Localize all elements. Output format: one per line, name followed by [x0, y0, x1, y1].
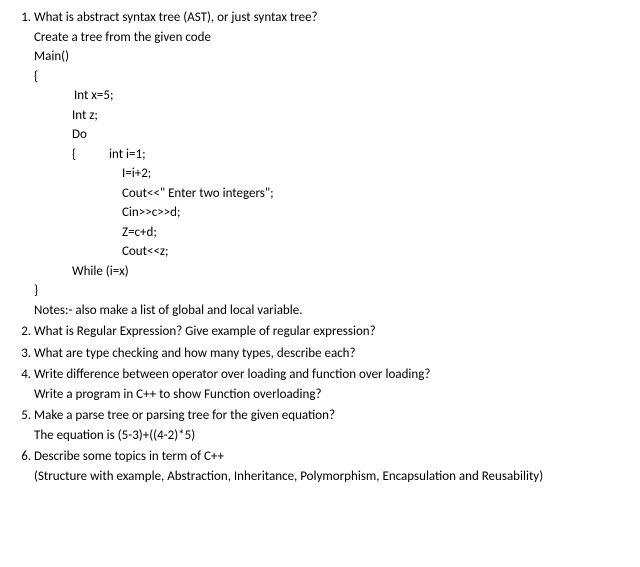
- question-3: What are type checking and how many type…: [34, 344, 628, 364]
- code-line: Do: [34, 125, 628, 145]
- code-line: While (i=x): [34, 262, 628, 282]
- q3-text: What are type checking and how many type…: [34, 346, 356, 361]
- question-4: Write difference between operator over l…: [34, 365, 628, 404]
- code-inline: int i=1;: [79, 147, 146, 162]
- code-line: {: [34, 67, 628, 87]
- q1-text: What is abstract syntax tree (AST), or j…: [34, 10, 318, 25]
- code-line: Cout<<" Enter two integers";: [34, 184, 628, 204]
- q6-sub1: (Structure with example, Abstraction, In…: [34, 467, 628, 487]
- q1-sub1: Create a tree from the given code: [34, 28, 628, 48]
- code-line: Main(): [34, 47, 628, 67]
- code-line: Cout<<z;: [34, 242, 628, 262]
- code-line: I=i+2;: [34, 164, 628, 184]
- q5-sub1: The equation is (5-3)+((4-2)*5): [34, 426, 628, 446]
- question-6: Describe some topics in term of C++ (Str…: [34, 447, 628, 486]
- q6-text: Describe some topics in term of C++: [34, 449, 224, 464]
- q2-text: What is Regular Expression? Give example…: [34, 324, 376, 339]
- brace-open: {: [72, 147, 76, 162]
- q4-sub1: Write a program in C++ to show Function …: [34, 385, 628, 405]
- code-line: Cin>>c>>d;: [34, 203, 628, 223]
- question-list: What is abstract syntax tree (AST), or j…: [12, 8, 628, 486]
- code-line-brace: { int i=1;: [34, 145, 628, 165]
- q1-notes: Notes:- also make a list of global and l…: [34, 301, 628, 321]
- question-5: Make a parse tree or parsing tree for th…: [34, 406, 628, 445]
- q4-text: Write difference between operator over l…: [34, 367, 430, 382]
- code-line: Int z;: [34, 106, 628, 126]
- question-2: What is Regular Expression? Give example…: [34, 322, 628, 342]
- document-page: What is abstract syntax tree (AST), or j…: [0, 0, 640, 567]
- q5-text: Make a parse tree or parsing tree for th…: [34, 408, 335, 423]
- code-line: }: [34, 281, 628, 301]
- code-line: Z=c+d;: [34, 223, 628, 243]
- code-line: Int x=5;: [34, 86, 628, 106]
- question-1: What is abstract syntax tree (AST), or j…: [34, 8, 628, 320]
